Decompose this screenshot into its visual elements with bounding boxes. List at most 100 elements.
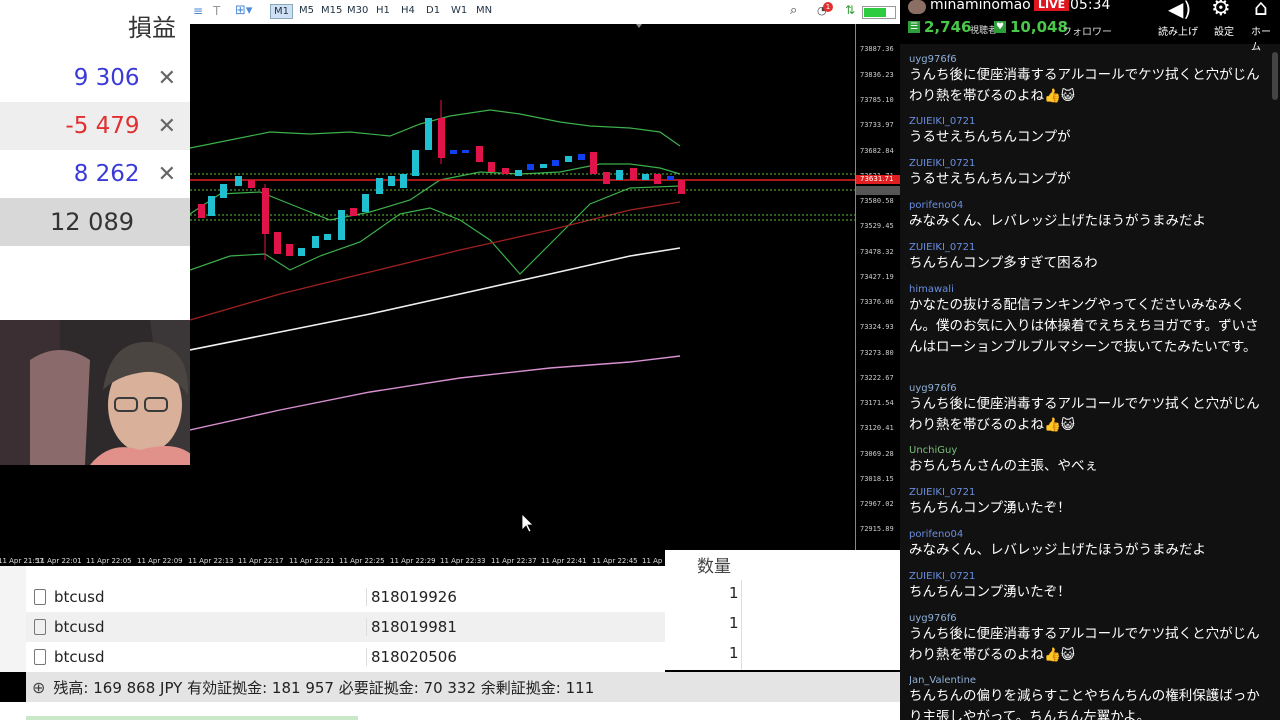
chat-username[interactable]: UnchiGuy xyxy=(909,445,1269,456)
chat-username[interactable]: porifeno04 xyxy=(909,200,1269,211)
close-position-icon[interactable]: ✕ xyxy=(158,114,176,139)
chat-username[interactable]: Jan_Valentine xyxy=(909,675,1269,686)
chat-username[interactable]: ZUIEIKI_0721 xyxy=(909,242,1269,253)
chat-message: uyg976f6 うんち後に便座消毒するアルコールでケツ拭くと穴がじんわり熱を帯… xyxy=(909,54,1269,107)
timeframe-h4[interactable]: H4 xyxy=(398,4,418,17)
candle xyxy=(488,162,495,172)
stream-header: minaminomao LIVE 05:34 ☰ 2,746 視聴者 ♥ 10,… xyxy=(900,0,1280,53)
chat-text: うんち後に便座消毒するアルコールでケツ拭くと穴がじんわり熱を帯びるのよね👍😺 xyxy=(909,396,1260,433)
table-row[interactable]: btcusd 818019926 xyxy=(26,582,665,612)
home-icon[interactable]: ⌂ xyxy=(1254,0,1268,21)
viewer-label: 視聴者 xyxy=(970,26,998,36)
account-summary-bar: ⊕ 残高: 169 868 JPY 有効証拠金: 181 957 必要証拠金: … xyxy=(26,672,902,702)
read-aloud-button[interactable]: 読み上げ xyxy=(1158,23,1198,38)
chat-username[interactable]: porifeno04 xyxy=(909,529,1269,540)
channel-name[interactable]: minaminomao xyxy=(930,0,1031,13)
search-icon[interactable]: ⌕ xyxy=(787,2,800,19)
column-divider xyxy=(741,580,742,670)
timeframe-w1[interactable]: W1 xyxy=(448,4,470,17)
chat-username[interactable]: ZUIEIKI_0721 xyxy=(909,116,1269,127)
price-tick: 73529.45 xyxy=(860,222,894,230)
price-tick: 73478.32 xyxy=(860,248,894,256)
chat-message: ZUIEIKI_0721 ちんちんコンプ多すぎて困るわ xyxy=(909,242,1269,274)
viewer-count: 2,746 xyxy=(924,18,972,36)
connection-bar xyxy=(862,6,896,19)
speaker-icon[interactable]: ◀) xyxy=(1168,0,1191,21)
pnl-row: 9 306 ✕ xyxy=(0,54,190,102)
connection-fill xyxy=(864,8,886,17)
candle xyxy=(425,118,432,150)
chart-toolbar: ≡ T ⊞▾ M1 M5 M15 M30 H1 H4 D1 W1 MN ⌕ ◔ … xyxy=(190,0,900,25)
bid-price-label xyxy=(856,186,901,195)
candle xyxy=(540,164,547,168)
candle xyxy=(438,118,445,158)
timeframe-m30[interactable]: M30 xyxy=(344,4,371,17)
chat-username[interactable]: uyg976f6 xyxy=(909,383,1269,394)
chat-username[interactable]: uyg976f6 xyxy=(909,54,1269,65)
list-icon[interactable]: ≡ xyxy=(190,3,206,19)
bottom-strip xyxy=(0,702,902,720)
candle xyxy=(616,170,623,180)
symbol-cell: btcusd xyxy=(54,618,105,636)
settings-button[interactable]: 設定 xyxy=(1214,23,1234,38)
quantity-cell: 1 xyxy=(729,584,739,602)
chat-message: ZUIEIKI_0721 うるせえちんちんコンプが xyxy=(909,116,1269,148)
timeframe-mn[interactable]: MN xyxy=(473,4,495,17)
candle xyxy=(388,176,395,186)
chat-message: ZUIEIKI_0721 ちんちんコンプ湧いたぞ！ xyxy=(909,571,1269,603)
text-tool-icon[interactable]: T xyxy=(210,3,223,19)
pnl-header: 損益 xyxy=(128,14,176,42)
live-badge: LIVE xyxy=(1034,0,1070,11)
close-position-icon[interactable]: ✕ xyxy=(158,162,176,187)
document-icon xyxy=(34,649,46,665)
chat-username[interactable]: ZUIEIKI_0721 xyxy=(909,571,1269,582)
price-chart[interactable] xyxy=(189,24,855,552)
follower-count: 10,048 xyxy=(1010,18,1068,36)
table-row[interactable]: btcusd 818020506 xyxy=(26,642,665,672)
chat-username[interactable]: ZUIEIKI_0721 xyxy=(909,487,1269,498)
timeframe-m5[interactable]: M5 xyxy=(296,4,317,17)
quantity-header: 数量 xyxy=(697,557,731,577)
chat-scrollbar[interactable] xyxy=(1272,52,1278,100)
candle xyxy=(324,234,331,240)
chat-text: ちんちんコンプ多すぎて困るわ xyxy=(909,255,1098,271)
time-tick: 11 Apr 22:29 xyxy=(390,557,436,565)
quantity-column: 数量 1 1 1 xyxy=(665,550,902,670)
expand-icon[interactable]: ⊕ xyxy=(32,678,45,697)
chat-username[interactable]: ZUIEIKI_0721 xyxy=(909,158,1269,169)
symbol-cell: btcusd xyxy=(54,588,105,606)
chat-username[interactable]: himawali xyxy=(909,284,1269,295)
candle xyxy=(502,168,509,174)
chat-message: Jan_Valentine ちんちんの偏りを減らすことやちんちんの権利保護ばっか… xyxy=(909,675,1269,720)
timeframe-h1[interactable]: H1 xyxy=(373,4,393,17)
pnl-row: -5 479 ✕ xyxy=(0,102,190,150)
pnl-value: 9 306 xyxy=(73,65,140,91)
table-row[interactable]: btcusd 818019981 xyxy=(26,612,665,642)
bollinger-upper-line xyxy=(189,109,681,149)
close-position-icon[interactable]: ✕ xyxy=(158,66,176,91)
candle xyxy=(552,160,559,166)
candle xyxy=(274,232,281,254)
price-tick: 73273.80 xyxy=(860,349,894,357)
time-tick: 11 Apr 22:37 xyxy=(491,557,537,565)
chat-username[interactable]: uyg976f6 xyxy=(909,613,1269,624)
signal-icon: ⇅ xyxy=(845,3,856,17)
time-tick: 11 Apr 22:45 xyxy=(592,557,638,565)
scrollbar[interactable] xyxy=(26,716,358,720)
timeframe-m15[interactable]: M15 xyxy=(318,4,345,17)
price-tick: 73682.84 xyxy=(860,147,894,155)
timeframe-d1[interactable]: D1 xyxy=(423,4,443,17)
home-button[interactable]: ホーム xyxy=(1251,23,1280,53)
candle xyxy=(667,176,674,180)
shapes-icon[interactable]: ⊞▾ xyxy=(232,2,255,19)
candle xyxy=(462,150,469,153)
avatar xyxy=(908,0,926,14)
chat-text: ちんちんコンプ湧いたぞ！ xyxy=(909,584,1071,600)
price-tick: 73733.97 xyxy=(860,121,894,129)
document-icon xyxy=(34,619,46,635)
time-tick: 11 Apr 22:41 xyxy=(541,557,587,565)
stream-time: 05:34 xyxy=(1070,0,1111,13)
gear-icon[interactable]: ⚙ xyxy=(1211,0,1231,21)
pnl-total: 12 089 xyxy=(50,208,134,236)
timeframe-m1[interactable]: M1 xyxy=(270,4,293,19)
